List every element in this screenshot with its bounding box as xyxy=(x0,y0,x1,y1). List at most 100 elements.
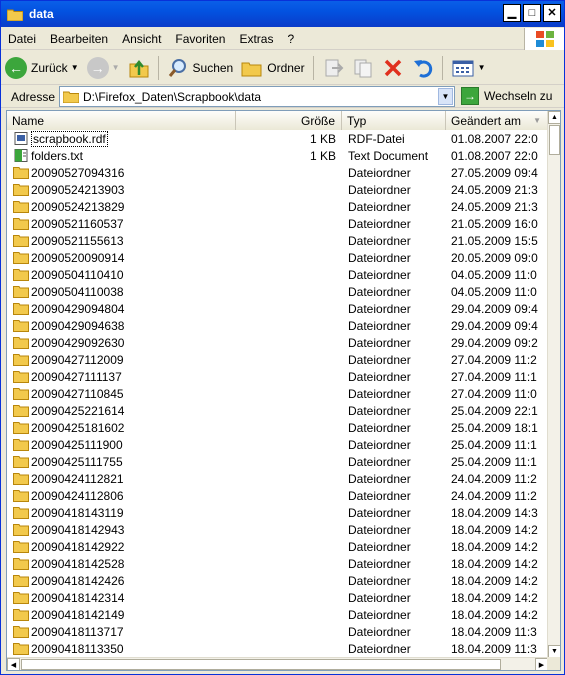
file-size xyxy=(236,453,342,470)
file-row[interactable]: 20090504110038 Dateiordner 04.05.2009 11:0 xyxy=(7,283,548,300)
file-row[interactable]: 20090418142943 Dateiordner 18.04.2009 14:2 xyxy=(7,521,548,538)
file-row[interactable]: 20090521155613 Dateiordner 21.05.2009 15:5 xyxy=(7,232,548,249)
file-row[interactable]: 20090424112806 Dateiordner 24.04.2009 11:2 xyxy=(7,487,548,504)
file-date: 18.04.2009 14:2 xyxy=(451,556,538,571)
folders-label: Ordner xyxy=(267,60,305,75)
folders-button[interactable]: Ordner xyxy=(237,53,308,83)
file-size xyxy=(236,266,342,283)
close-button[interactable]: ✕ xyxy=(543,4,561,22)
go-button[interactable]: → Wechseln zu xyxy=(461,87,552,105)
file-size xyxy=(236,436,342,453)
column-header-date[interactable]: Geändert am ▼ xyxy=(446,111,548,130)
scroll-up-button[interactable]: ▲ xyxy=(548,111,560,124)
file-row[interactable]: 20090427112009 Dateiordner 27.04.2009 11:2 xyxy=(7,351,548,368)
file-row[interactable]: 20090524213903 Dateiordner 24.05.2009 21:3 xyxy=(7,181,548,198)
file-name: 20090429092630 xyxy=(31,335,125,350)
file-type: Dateiordner xyxy=(348,386,411,401)
menu-help[interactable]: ? xyxy=(280,32,301,46)
file-name: 20090521160537 xyxy=(31,216,124,231)
file-row[interactable]: 20090418143119 Dateiordner 18.04.2009 14:3 xyxy=(7,504,548,521)
file-row[interactable]: 20090418113350 Dateiordner 18.04.2009 11:3 xyxy=(7,640,548,657)
menu-favoriten[interactable]: Favoriten xyxy=(168,32,232,46)
file-row[interactable]: 20090418142314 Dateiordner 18.04.2009 14:2 xyxy=(7,589,548,606)
file-row[interactable]: 20090504110410 Dateiordner 04.05.2009 11:0 xyxy=(7,266,548,283)
search-button[interactable]: Suchen xyxy=(163,53,238,83)
minimize-button[interactable]: ▁ xyxy=(503,4,521,22)
file-name: 20090427110845 xyxy=(31,386,124,401)
title-bar[interactable]: data ▁ □ ✕ xyxy=(1,1,564,27)
file-list[interactable]: Name Größe Typ Geändert am ▼ scrapbook.rd… xyxy=(6,110,561,671)
file-row[interactable]: 20090429092630 Dateiordner 29.04.2009 09:2 xyxy=(7,334,548,351)
file-row[interactable]: 20090418142149 Dateiordner 18.04.2009 14:2 xyxy=(7,606,548,623)
file-row[interactable]: 20090427111137 Dateiordner 27.04.2009 11:1 xyxy=(7,368,548,385)
file-row[interactable]: 20090427110845 Dateiordner 27.04.2009 11:0 xyxy=(7,385,548,402)
address-input[interactable]: D:\Firefox_Daten\Scrapbook\data ▼ xyxy=(59,86,455,107)
maximize-button[interactable]: □ xyxy=(523,4,541,22)
menu-extras[interactable]: Extras xyxy=(232,32,280,46)
chevron-down-icon[interactable]: ▼ xyxy=(71,63,79,72)
arrow-right-icon: ▶ xyxy=(538,661,545,669)
address-dropdown-button[interactable]: ▼ xyxy=(438,88,453,105)
scrollbar-corner xyxy=(547,657,560,670)
file-row[interactable]: 20090425111900 Dateiordner 25.04.2009 11:1 xyxy=(7,436,548,453)
back-button[interactable]: ← Zurück ▼ xyxy=(1,53,83,83)
menu-bar: Datei Bearbeiten Ansicht Favoriten Extra… xyxy=(1,28,564,50)
file-name: 20090429094638 xyxy=(31,318,125,333)
scroll-left-button[interactable]: ◀ xyxy=(7,658,20,670)
folder-icon xyxy=(13,455,29,468)
horizontal-scroll-thumb[interactable] xyxy=(21,659,501,670)
file-row[interactable]: 20090520090914 Dateiordner 20.05.2009 09:0 xyxy=(7,249,548,266)
file-row[interactable]: 20090418113717 Dateiordner 18.04.2009 11:3 xyxy=(7,623,548,640)
file-size xyxy=(236,164,342,181)
back-arrow-icon: ← xyxy=(5,56,27,79)
file-row[interactable]: 20090429094804 Dateiordner 29.04.2009 09:4 xyxy=(7,300,548,317)
chevron-down-icon[interactable]: ▼ xyxy=(112,63,120,72)
folder-icon xyxy=(13,404,29,417)
file-name-cell: 20090527094316 xyxy=(7,164,236,181)
forward-button[interactable]: → ▼ xyxy=(83,53,124,83)
delete-button[interactable] xyxy=(378,53,408,83)
file-row[interactable]: 20090418142922 Dateiordner 18.04.2009 14:2 xyxy=(7,538,548,555)
menu-datei[interactable]: Datei xyxy=(1,32,43,46)
file-size xyxy=(236,249,342,266)
copy-to-icon xyxy=(354,59,372,77)
file-size xyxy=(236,640,342,657)
column-header-size[interactable]: Größe xyxy=(236,111,342,130)
file-name: 20090429094804 xyxy=(31,301,125,316)
file-date: 01.08.2007 22:0 xyxy=(451,131,538,146)
move-to-button[interactable] xyxy=(318,53,348,83)
file-row[interactable]: folders.txt 1 KB Text Document 01.08.2007 2… xyxy=(7,147,548,164)
file-row[interactable]: 20090425111755 Dateiordner 25.04.2009 11:1 xyxy=(7,453,548,470)
file-row[interactable]: 20090524213829 Dateiordner 24.05.2009 21:3 xyxy=(7,198,548,215)
vertical-scrollbar[interactable]: ▲ ▼ xyxy=(547,111,560,658)
copy-to-button[interactable] xyxy=(348,53,378,83)
file-row[interactable]: 20090418142426 Dateiordner 18.04.2009 14:2 xyxy=(7,572,548,589)
undo-button[interactable] xyxy=(408,53,438,83)
address-label: Adresse xyxy=(11,89,56,104)
file-row[interactable]: 20090424112821 Dateiordner 24.04.2009 11:2 xyxy=(7,470,548,487)
file-row[interactable]: 20090429094638 Dateiordner 29.04.2009 09:4 xyxy=(7,317,548,334)
file-name: 20090418142314 xyxy=(31,590,125,605)
file-size xyxy=(236,181,342,198)
menu-ansicht[interactable]: Ansicht xyxy=(115,32,168,46)
column-header-name[interactable]: Name xyxy=(7,111,236,130)
chevron-down-icon[interactable]: ▼ xyxy=(478,63,486,72)
scroll-thumb[interactable] xyxy=(549,125,560,155)
file-row[interactable]: 20090521160537 Dateiordner 21.05.2009 16:0 xyxy=(7,215,548,232)
views-button[interactable]: ▼ xyxy=(447,53,490,83)
column-header-type[interactable]: Typ xyxy=(342,111,446,130)
horizontal-scrollbar[interactable]: ◀ ▶ xyxy=(7,657,548,670)
menu-bearbeiten[interactable]: Bearbeiten xyxy=(43,32,115,46)
up-folder-button[interactable] xyxy=(124,53,154,83)
file-row[interactable]: scrapbook.rdf 1 KB RDF-Datei 01.08.2007 22:… xyxy=(7,130,548,147)
folder-icon xyxy=(13,319,29,332)
file-row[interactable]: 20090425181602 Dateiordner 25.04.2009 18:1 xyxy=(7,419,548,436)
views-icon xyxy=(452,60,474,76)
file-row[interactable]: 20090527094316 Dateiordner 27.05.2009 09:4 xyxy=(7,164,548,181)
file-name-cell: 20090429092630 xyxy=(7,334,236,351)
delete-icon xyxy=(384,59,401,76)
file-type: Dateiordner xyxy=(348,318,411,333)
file-row[interactable]: 20090425221614 Dateiordner 25.04.2009 22:1 xyxy=(7,402,548,419)
file-name: 20090424112821 xyxy=(31,471,124,486)
file-row[interactable]: 20090418142528 Dateiordner 18.04.2009 14:2 xyxy=(7,555,548,572)
